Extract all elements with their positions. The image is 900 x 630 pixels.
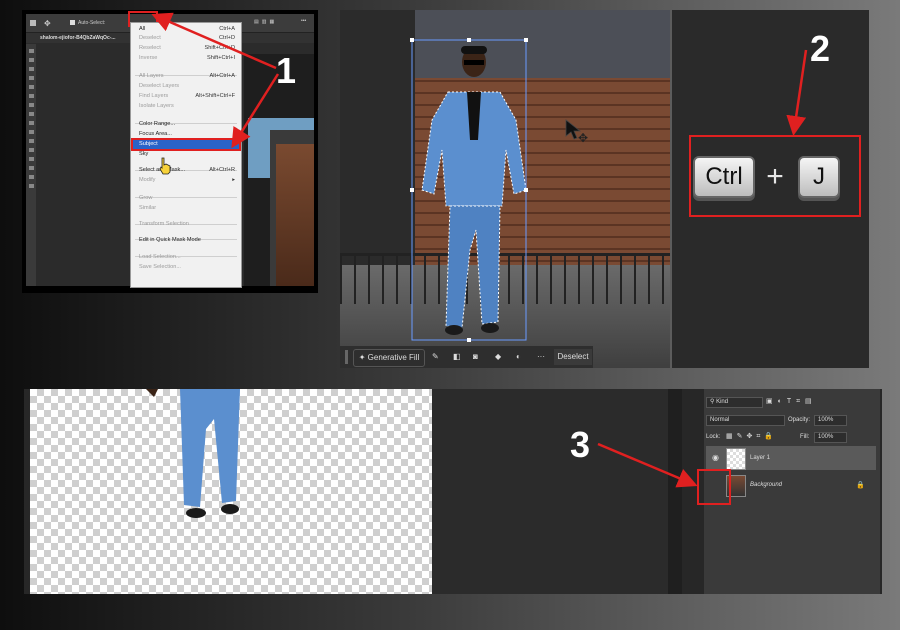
arrow-to-subject bbox=[231, 73, 280, 149]
arrow-to-shortcut bbox=[786, 49, 808, 136]
annotation-arrows bbox=[151, 12, 808, 488]
arrow-to-select-menu bbox=[151, 12, 277, 70]
arrow-to-visibility bbox=[597, 442, 698, 488]
